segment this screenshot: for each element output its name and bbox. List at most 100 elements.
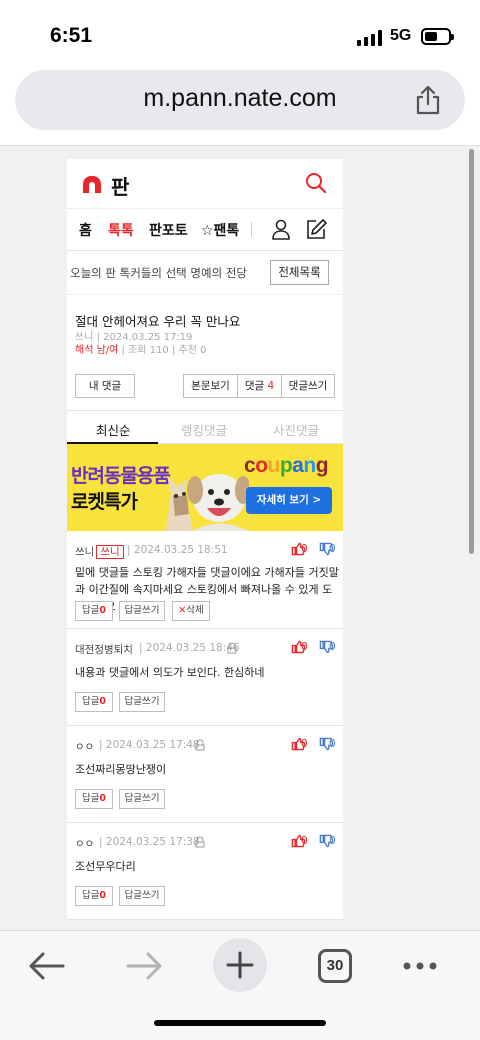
comment-item: 대전정병퇴치 | 2024.03.25 18:46 0 0 내용과 댓글에서 의…: [67, 629, 343, 726]
address-bar[interactable]: m.pann.nate.com: [15, 70, 465, 130]
signal-icon: [357, 30, 383, 46]
comment-author-name: 쓰니: [75, 546, 95, 558]
tab-fantok[interactable]: ☆팬톡: [201, 220, 239, 240]
tab-panphoto[interactable]: 판포토: [149, 220, 188, 240]
anonymous-lock-icon: [195, 836, 205, 848]
reply-count: 0: [99, 605, 107, 616]
brand-letter: a: [292, 454, 304, 477]
comments-button[interactable]: 댓글 4: [237, 374, 282, 398]
brand-text: coupang: [244, 454, 329, 477]
web-viewport[interactable]: 판 홈 톡톡 판포토 ☆팬톡 오늘의 판 톡커들의 선택 명예의 전당 전체목록…: [0, 145, 480, 930]
scrollbar[interactable]: [469, 149, 474, 554]
comments-label: 댓글: [244, 380, 265, 392]
site-header: 판: [67, 159, 343, 209]
reply-button[interactable]: 답글0: [75, 886, 113, 906]
like-count: 0: [301, 641, 308, 653]
view-body-button[interactable]: 본문보기: [183, 374, 238, 398]
tab-latest[interactable]: 최신순: [96, 420, 131, 439]
nate-logo-icon[interactable]: [83, 176, 101, 193]
write-reply-button[interactable]: 답글쓰기: [119, 692, 165, 712]
battery-icon: [421, 28, 454, 45]
all-list-button[interactable]: 전체목록: [270, 260, 329, 285]
write-reply-button[interactable]: 답글쓰기: [119, 789, 165, 809]
new-tab-button[interactable]: [213, 938, 267, 992]
delete-button[interactable]: ✕삭제: [172, 601, 210, 621]
post-summary: 절대 안헤어져요 우리 꼭 만나요 쓰니 | 2024.03.25 17:19 …: [67, 295, 343, 411]
forward-arrow-icon[interactable]: [125, 951, 163, 981]
hall-links[interactable]: 오늘의 판 톡커들의 선택 명예의 전당: [70, 265, 247, 281]
tab-home[interactable]: 홈: [79, 220, 92, 240]
reply-label: 답글: [81, 605, 100, 616]
write-comment-button[interactable]: 댓글쓰기: [281, 374, 335, 398]
share-icon[interactable]: [413, 84, 443, 116]
comment-author-name: ㅇㅇ: [75, 741, 95, 753]
comment-author: 쓰니 쓰니: [75, 544, 124, 559]
write-reply-button[interactable]: 답글쓰기: [119, 601, 165, 621]
user-icon[interactable]: [271, 219, 291, 240]
writer-badge: 쓰니: [96, 545, 124, 559]
back-arrow-icon[interactable]: [28, 951, 66, 981]
tab-toktok[interactable]: 톡톡: [108, 220, 134, 240]
brand-letter: g: [315, 454, 329, 477]
nav-divider: [251, 222, 252, 237]
tab-photo-comments[interactable]: 사진댓글: [273, 420, 319, 439]
comment-author-name: ㅇㅇ: [75, 838, 95, 850]
ad-line2: 로켓특가: [71, 491, 138, 513]
reply-button[interactable]: 답글0: [75, 601, 113, 621]
plus-icon: [226, 951, 254, 979]
comment-date: | 2024.03.25 18:46: [139, 642, 240, 654]
comment-sort-tabs: 최신순 랭킹댓글 사진댓글: [67, 411, 343, 444]
comment-date-text: 2024.03.25 18:46: [145, 642, 240, 654]
delete-label: 삭제: [186, 605, 204, 616]
reply-label: 답글: [81, 793, 100, 804]
dislike-count: 0: [329, 738, 336, 750]
url-text[interactable]: m.pann.nate.com: [15, 84, 465, 113]
reply-count: 0: [99, 696, 107, 707]
tab-switcher-button[interactable]: 30: [318, 949, 352, 983]
like-count: 0: [301, 543, 308, 555]
network-type: 5G: [390, 27, 412, 44]
status-time: 6:51: [50, 24, 93, 47]
more-icon[interactable]: [402, 961, 438, 971]
ad-cta-button[interactable]: 자세히 보기 >: [246, 487, 332, 514]
post-author-tag: 해석 남/여: [75, 345, 119, 356]
comment-date-text: 2024.03.25 18:51: [133, 544, 228, 556]
comment-item: ㅇㅇ | 2024.03.25 17:38 0 0 조선무우다리 답글0 답글쓰…: [67, 823, 343, 920]
tab-ranking-comments[interactable]: 랭킹댓글: [181, 420, 227, 439]
pann-page: 판 홈 톡톡 판포토 ☆팬톡 오늘의 판 톡커들의 선택 명예의 전당 전체목록…: [67, 159, 343, 920]
write-icon[interactable]: [305, 218, 327, 240]
comment-author-name: 대전정병퇴치: [75, 644, 133, 656]
pets-image: [166, 474, 249, 531]
hall-of-fame-bar: 오늘의 판 톡커들의 선택 명예의 전당 전체목록: [67, 251, 343, 295]
reply-count: 0: [99, 793, 107, 804]
anonymous-lock-icon: [227, 642, 237, 654]
site-logo-text[interactable]: 판: [111, 171, 129, 200]
write-reply-button[interactable]: 답글쓰기: [119, 886, 165, 906]
comment-date: | 2024.03.25 17:38: [99, 836, 200, 848]
post-views: 조회 110: [128, 345, 169, 356]
comment-body: 조선무우다리: [75, 860, 136, 873]
reply-label: 답글: [81, 890, 100, 901]
dislike-count: 0: [329, 641, 336, 653]
reply-label: 답글: [81, 696, 100, 707]
dislike-count: 0: [329, 543, 336, 555]
status-bar: 6:51 5G: [0, 0, 480, 70]
comment-body: 내용과 댓글에서 의도가 보인다. 한심하네: [75, 666, 265, 679]
post-stats: 해석 남/여 | 조회 110 | 추천 0: [75, 341, 206, 356]
coupang-logo: coupang: [244, 454, 329, 478]
post-recommend: 추천 0: [178, 345, 207, 356]
reply-button[interactable]: 답글0: [75, 789, 113, 809]
comment-body: 조선짜리몽땅난쟁이: [75, 763, 167, 776]
like-count: 0: [301, 738, 308, 750]
search-icon[interactable]: [305, 172, 327, 194]
brand-letter: o: [255, 454, 268, 477]
like-count: 0: [301, 835, 308, 847]
comment-date: | 2024.03.25 17:48: [99, 739, 200, 751]
reply-button[interactable]: 답글0: [75, 692, 113, 712]
comment-item: ㅇㅇ | 2024.03.25 17:48 0 0 조선짜리몽땅난쟁이 답글0 …: [67, 726, 343, 823]
comments-count: 4: [267, 380, 275, 392]
my-comments-button[interactable]: 내 댓글: [75, 374, 135, 398]
brand-letter: c: [244, 454, 256, 477]
comment-item: 쓰니 쓰니 | 2024.03.25 18:51 0 0 밑에 댓글들 스토킹 가…: [67, 531, 343, 629]
ad-banner[interactable]: 반려동물용품 로켓특가 coupang 자세히 보기 >: [67, 444, 343, 531]
